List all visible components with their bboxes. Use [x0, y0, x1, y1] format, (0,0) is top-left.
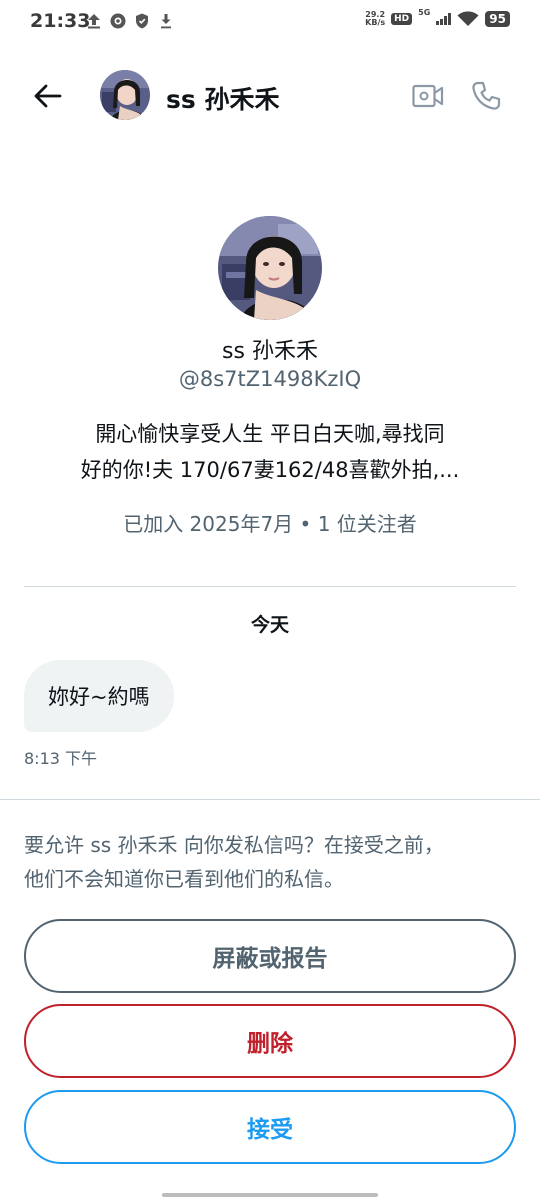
network-speed: 29.2 KB/s: [365, 10, 386, 27]
avatar[interactable]: [100, 70, 150, 120]
hd-badge: HD: [391, 12, 413, 25]
app-notification-icon: [110, 12, 126, 29]
header-title[interactable]: ss 孙禾禾: [166, 80, 279, 116]
upload-icon: [86, 12, 102, 29]
date-separator: 今天: [250, 614, 289, 636]
message-text: 妳好~約嗎: [48, 685, 150, 709]
back-arrow-icon: [34, 84, 62, 108]
block-or-report-button[interactable]: 屏蔽或报告: [24, 919, 516, 993]
voice-call-button[interactable]: [466, 76, 506, 116]
status-time: 21:33: [30, 10, 91, 32]
message-bubble[interactable]: 妳好~約嗎: [24, 660, 174, 732]
request-line: 他们不会知道你已看到他们的私信。: [24, 867, 344, 891]
profile-meta: 已加入 2025年7月 • 1 位关注者: [123, 512, 417, 536]
status-left-icons: [86, 12, 174, 29]
profile-bio: 開心愉快享受人生 平日白天咖,尋找同 好的你!夫 170/67妻162/48喜歡…: [40, 416, 500, 488]
wifi-icon: [457, 10, 479, 27]
speed-unit: KB/s: [365, 17, 386, 27]
divider: [24, 586, 516, 587]
signal-icon: [436, 12, 452, 25]
bio-line: 開心愉快享受人生 平日白天咖,尋找同: [95, 422, 445, 446]
home-indicator[interactable]: [162, 1193, 378, 1197]
shield-icon: [134, 12, 150, 29]
phone-icon: [472, 81, 501, 110]
status-bar: 21:33 29.2 KB/s HD 5G 95: [0, 0, 540, 44]
message-timestamp: 8:13 下午: [24, 749, 98, 768]
download-icon: [158, 12, 174, 29]
profile-handle: @8s7tZ1498KzIQ: [178, 367, 362, 391]
profile-name: ss 孙禾禾: [222, 339, 318, 364]
video-call-button[interactable]: [408, 78, 448, 114]
network-type: 5G: [418, 8, 431, 17]
accept-button[interactable]: 接受: [24, 1090, 516, 1164]
divider: [0, 799, 540, 800]
bio-line: 好的你!夫 170/67妻162/48喜歡外拍,...: [80, 458, 460, 482]
delete-button[interactable]: 删除: [24, 1004, 516, 1078]
request-line: 要允许 ss 孙禾禾 向你发私信吗？在接受之前，: [24, 833, 444, 857]
back-button[interactable]: [28, 76, 68, 116]
profile-avatar[interactable]: [218, 216, 322, 320]
message-request-prompt: 要允许 ss 孙禾禾 向你发私信吗？在接受之前， 他们不会知道你已看到他们的私信…: [24, 828, 520, 896]
status-right-icons: 29.2 KB/s HD 5G 95: [365, 8, 510, 27]
video-icon: [412, 84, 444, 108]
conversation-header: ss 孙禾禾: [0, 60, 540, 132]
battery-icon: 95: [485, 10, 510, 27]
